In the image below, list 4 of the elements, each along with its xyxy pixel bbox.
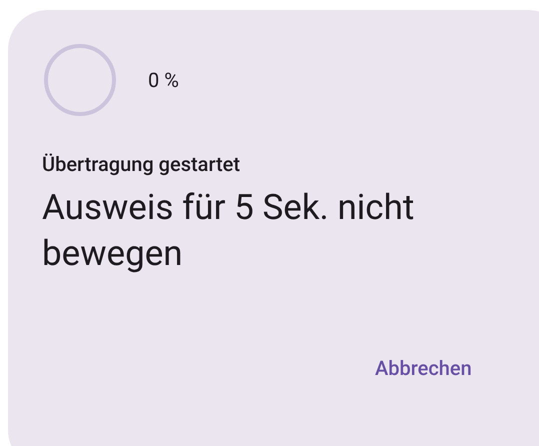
cancel-button[interactable]: Abbrechen <box>375 355 472 381</box>
status-title: Übertragung gestartet <box>42 151 242 177</box>
progress-percent: 0 % <box>148 67 179 94</box>
message-text: Ausweis für 5 Sek. nicht bewegen <box>42 186 416 276</box>
